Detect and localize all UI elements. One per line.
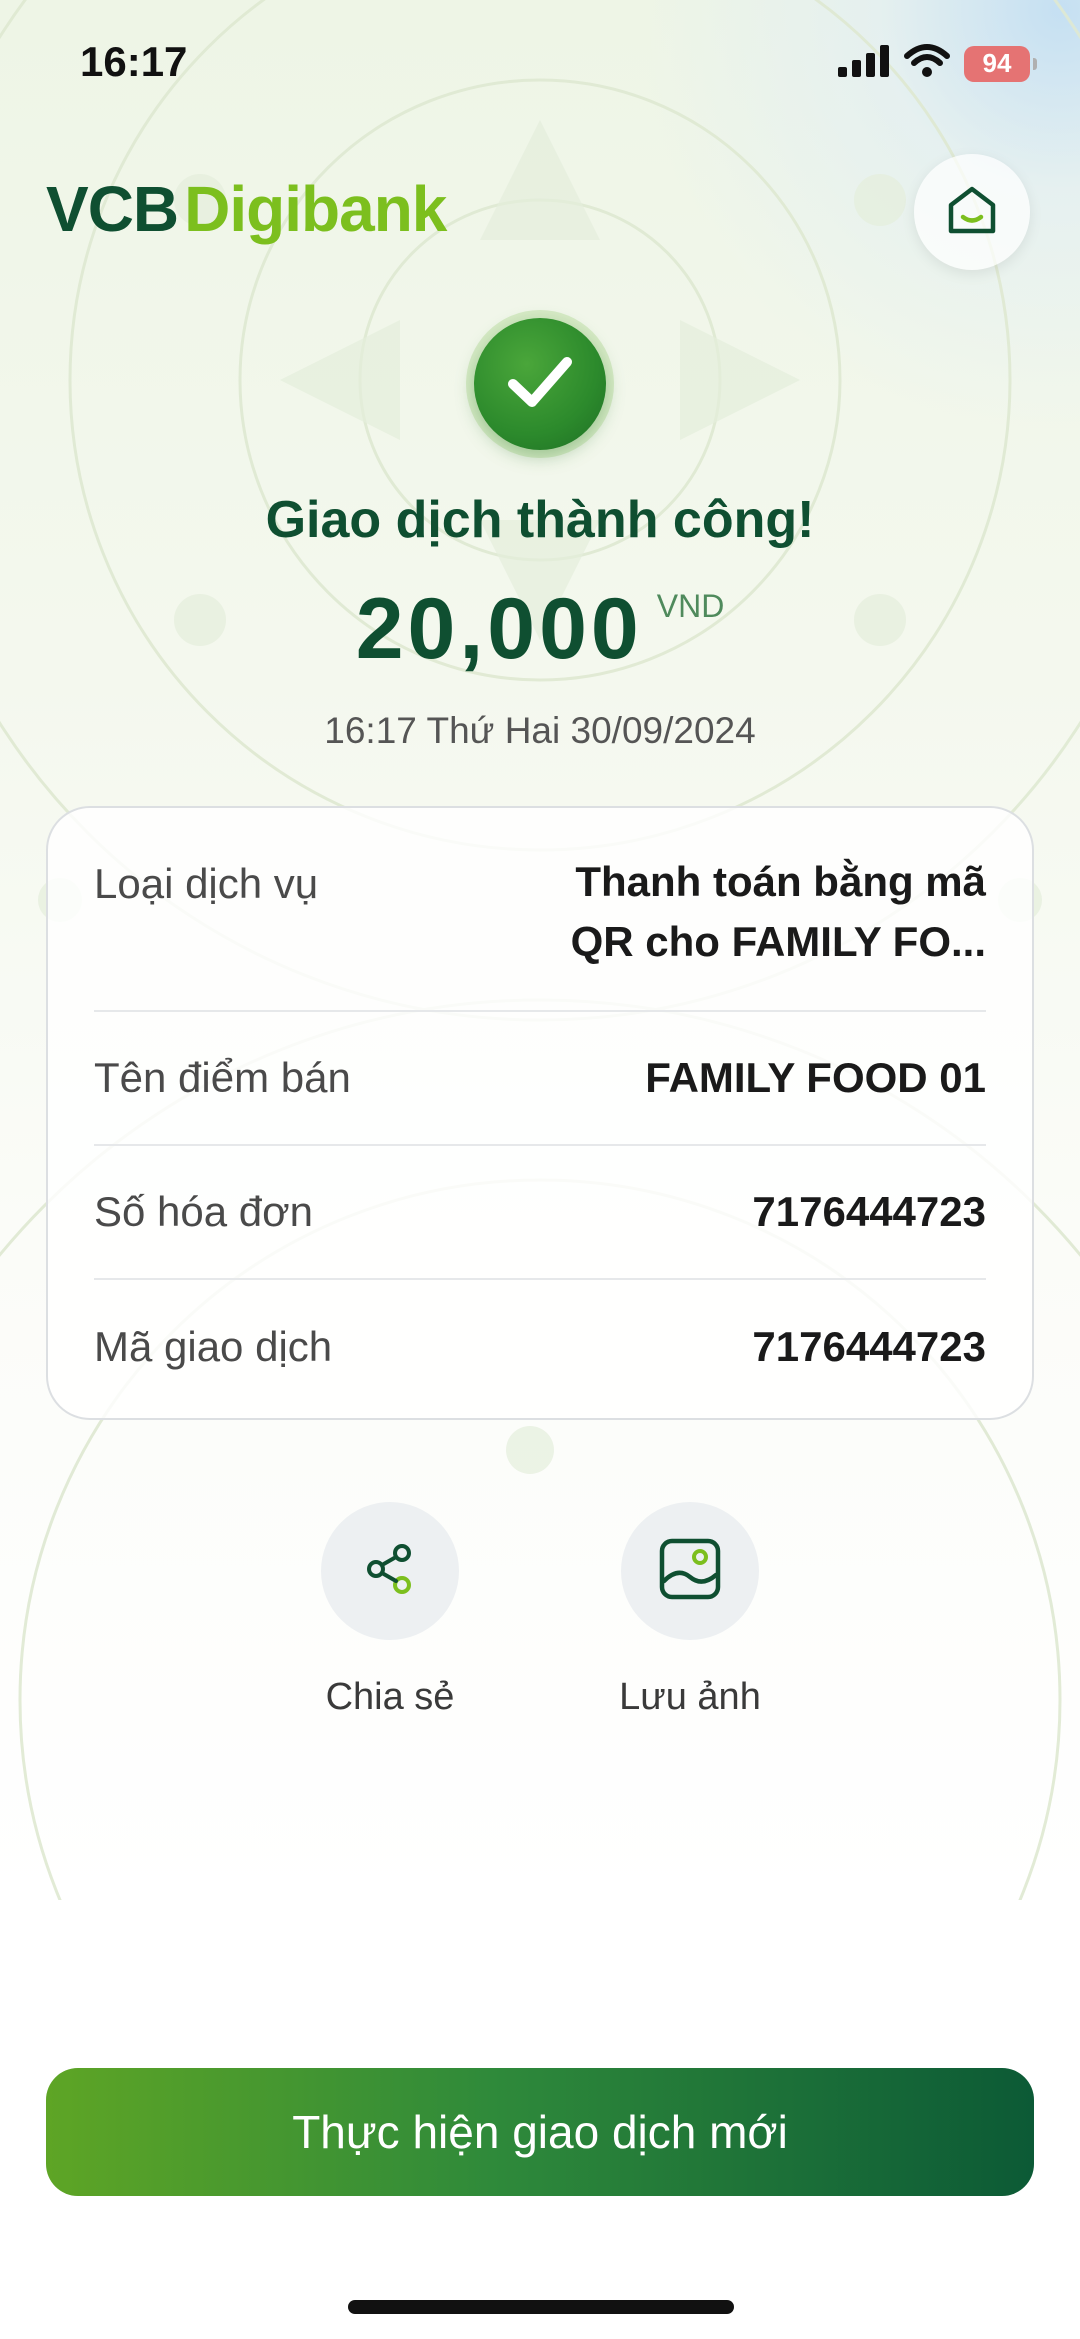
share-icon xyxy=(362,1541,418,1602)
logo-digibank: Digibank xyxy=(184,173,447,245)
save-image-button-circle[interactable] xyxy=(621,1502,759,1640)
signal-icon xyxy=(838,45,890,82)
detail-label: Mã giao dịch xyxy=(94,1323,333,1370)
image-icon xyxy=(658,1537,722,1606)
currency-label: VND xyxy=(656,588,725,624)
home-icon xyxy=(943,181,1001,244)
detail-row-merchant: Tên điểm bán FAMILY FOOD 01 xyxy=(94,1012,986,1146)
detail-value: 7176444723 xyxy=(752,1188,986,1235)
save-image-label: Lưu ảnh xyxy=(619,1676,761,1718)
vcb-digibank-logo: VCBDigibank xyxy=(46,172,447,246)
status-icons: 94 xyxy=(838,44,1037,83)
amount-row: 20,000 VND xyxy=(0,580,1080,679)
logo-vcb: VCB xyxy=(46,173,179,245)
detail-label: Loại dịch vụ xyxy=(94,860,319,907)
home-button[interactable] xyxy=(914,154,1030,270)
success-circle xyxy=(474,318,606,450)
success-title: Giao dịch thành công! xyxy=(265,491,815,549)
check-icon xyxy=(505,352,575,417)
detail-row-invoice: Số hóa đơn 7176444723 xyxy=(94,1146,986,1280)
amount-value: 20,000 xyxy=(355,581,643,677)
detail-label: Số hóa đơn xyxy=(94,1188,314,1235)
detail-label: Tên điểm bán xyxy=(94,1054,351,1101)
new-transaction-button[interactable]: Thực hiện giao dịch mới xyxy=(46,2068,1034,2196)
detail-row-transaction-id: Mã giao dịch 7176444723 xyxy=(94,1280,986,1414)
wifi-icon xyxy=(904,44,950,83)
battery-level: 94 xyxy=(982,48,1012,78)
save-image-button[interactable]: Lưu ảnh xyxy=(590,1502,790,1719)
share-button[interactable]: Chia sẻ xyxy=(290,1502,490,1719)
status-time: 16:17 xyxy=(80,38,188,85)
share-label: Chia sẻ xyxy=(325,1676,455,1718)
detail-value: 7176444723 xyxy=(752,1323,986,1370)
transaction-details-card: Loại dịch vụ Thanh toán bằng mã QR cho F… xyxy=(46,806,1034,1420)
detail-row-service-type: Loại dịch vụ Thanh toán bằng mã QR cho F… xyxy=(94,808,986,1012)
new-transaction-label: Thực hiện giao dịch mới xyxy=(292,2106,788,2158)
transaction-datetime: 16:17 Thứ Hai 30/09/2024 xyxy=(324,710,756,751)
detail-value: FAMILY FOOD 01 xyxy=(645,1054,986,1101)
detail-value: Thanh toán bằng mã QR cho FAMILY FO... xyxy=(570,858,986,965)
home-indicator[interactable] xyxy=(348,2300,734,2314)
success-badge xyxy=(466,310,614,458)
battery-icon: 94 xyxy=(964,45,1037,82)
share-button-circle[interactable] xyxy=(321,1502,459,1640)
